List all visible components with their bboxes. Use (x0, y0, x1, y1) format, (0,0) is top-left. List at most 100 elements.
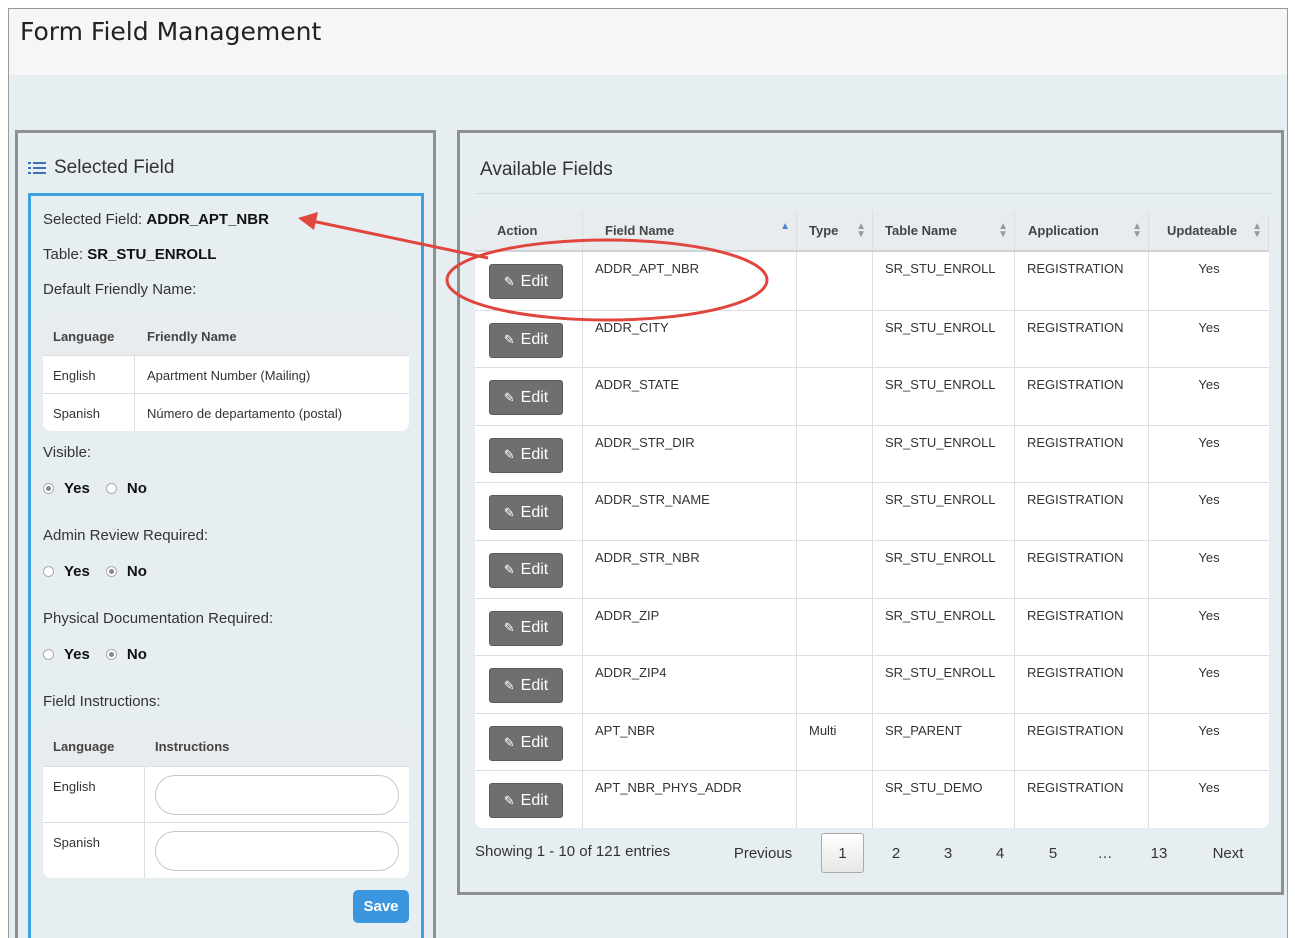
edit-button[interactable]: ✎ Edit (489, 437, 563, 473)
friendly-name-table: Language Friendly Name English Apartment… (43, 317, 409, 431)
application-cell: REGISTRATION (1015, 598, 1149, 656)
type-cell (797, 656, 873, 713)
selected-field-panel: Selected Field Selected Field: ADDR_APT_… (15, 130, 436, 938)
english-instructions-input[interactable] (155, 775, 399, 815)
table-value: SR_STU_ENROLL (87, 246, 217, 263)
updateable-cell: Yes (1198, 665, 1220, 681)
table-row: English Apartment Number (Mailing) (43, 355, 409, 393)
selected-field-box: Selected Field: ADDR_APT_NBR Table: SR_S… (28, 193, 424, 938)
pagination-previous[interactable]: Previous (718, 833, 808, 873)
spanish-instructions-input[interactable] (155, 831, 399, 871)
field-name-cell: APT_NBR_PHYS_ADDR (583, 771, 797, 828)
table-row: Spanish (43, 822, 409, 878)
edit-button[interactable]: ✎ Edit (489, 783, 563, 819)
physical-doc-label: Physical Documentation Required: (43, 610, 274, 627)
edit-button[interactable]: ✎ Edit (489, 264, 563, 299)
type-cell (797, 771, 873, 828)
available-fields-table: Action Field Name ▲ Type ▲ ▼ Table Name ▲ ▼ A… (475, 210, 1269, 828)
updateable-cell: Yes (1198, 261, 1220, 276)
table-header: Action Field Name ▲ Type ▲ ▼ Table Name ▲ ▼ A… (475, 210, 1269, 252)
pagination-page-13[interactable]: 13 (1141, 833, 1177, 873)
edit-button[interactable]: ✎ Edit (489, 495, 563, 531)
save-button[interactable]: Save (353, 890, 409, 923)
pencil-icon: ✎ (503, 447, 515, 463)
table-row: ✎ Edit ADDR_STR_NAME SR_STU_ENROLL REGISTRAT… (475, 482, 1269, 540)
showing-entries: Showing 1 - 10 of 121 entries (475, 843, 671, 860)
edit-button[interactable]: ✎ Edit (489, 610, 563, 646)
pagination-page-5[interactable]: 5 (1035, 833, 1071, 873)
table-row: ✎ Edit ADDR_ZIP SR_STU_ENROLL REGISTRATION Ye… (475, 597, 1269, 656)
available-fields-panel: Available Fields Action Field Name ▲ Type… (457, 130, 1284, 895)
edit-button[interactable]: ✎ Edit (489, 668, 563, 704)
sort-icon: ▲ ▼ (998, 221, 1008, 240)
type-cell (797, 368, 873, 425)
edit-button[interactable]: ✎ Edit (489, 725, 563, 761)
table-name-cell: SR_STU_ENROLL (873, 483, 1015, 540)
table-row: Spanish Número de departamento (postal) (43, 393, 409, 431)
pencil-icon: ✎ (503, 735, 515, 751)
table-name-cell: SR_STU_ENROLL (873, 252, 1015, 310)
table-row: ✎ Edit ADDR_STATE SR_STU_ENROLL REGISTRATION… (475, 367, 1269, 425)
visible-no-radio[interactable] (105, 483, 117, 494)
updateable-cell: Yes (1198, 549, 1220, 565)
updateable-cell: Yes (1198, 722, 1220, 738)
table-name-cell: SR_STU_DEMO (873, 771, 1015, 828)
table-row: English (43, 766, 409, 822)
admin-review-no-radio[interactable] (105, 566, 117, 577)
column-header-application[interactable]: Application ▲ ▼ (1015, 210, 1149, 250)
field-name-cell: ADDR_CITY (583, 310, 797, 368)
column-header-table-name[interactable]: Table Name ▲ ▼ (873, 210, 1015, 250)
edit-button[interactable]: ✎ Edit (489, 552, 563, 588)
physical-doc-radio-group: Yes No (43, 646, 147, 663)
table-header: Language Instructions (43, 726, 409, 766)
selected-field-title: Selected Field (54, 157, 175, 178)
pagination-page-1[interactable]: 1 (821, 833, 864, 873)
table-body: ✎ Edit ADDR_APT_NBR SR_STU_ENROLL REGISTRATI… (475, 252, 1269, 828)
table-row: ✎ Edit APT_NBR Multi SR_PARENT REGISTRATION Ye… (475, 712, 1269, 771)
table-row: ✎ Edit ADDR_ZIP4 SR_STU_ENROLL REGISTRATION Y… (475, 655, 1269, 713)
application-cell: REGISTRATION (1015, 310, 1149, 368)
available-fields-title: Available Fields (480, 159, 613, 180)
table-name-cell: SR_STU_ENROLL (873, 540, 1015, 598)
field-name-cell: ADDR_STR_NAME (583, 483, 797, 540)
application-cell: REGISTRATION (1015, 771, 1149, 828)
pagination-page-4[interactable]: 4 (982, 833, 1018, 873)
pagination-page-2[interactable]: 2 (878, 833, 914, 873)
column-header-updateable[interactable]: Updateable ▲ ▼ (1149, 210, 1269, 250)
instructions-table: Language Instructions English Spanish (43, 726, 409, 878)
field-name-cell: ADDR_ZIP4 (583, 656, 797, 713)
pagination-page-3[interactable]: 3 (930, 833, 966, 873)
field-instructions-label: Field Instructions: (43, 693, 161, 710)
edit-button[interactable]: ✎ Edit (489, 322, 563, 358)
pagination-ellipsis: … (1097, 844, 1113, 862)
physical-doc-no-radio[interactable] (105, 649, 117, 660)
table-name-cell: SR_STU_ENROLL (873, 425, 1015, 483)
updateable-cell: Yes (1198, 377, 1220, 393)
field-name-cell: ADDR_ZIP (583, 598, 797, 656)
field-name-cell: ADDR_STATE (583, 368, 797, 425)
default-friendly-name-label: Default Friendly Name: (43, 281, 197, 298)
sort-asc-icon: ▲ (780, 221, 790, 232)
type-cell (797, 310, 873, 368)
pagination-next[interactable]: Next (1196, 833, 1260, 873)
selected-field-header: Selected Field (28, 157, 174, 179)
edit-button[interactable]: ✎ Edit (489, 380, 563, 416)
visible-yes-radio[interactable] (43, 483, 54, 494)
type-cell (797, 425, 873, 483)
pencil-icon: ✎ (503, 677, 515, 693)
pencil-icon: ✎ (503, 389, 515, 405)
updateable-cell: Yes (1198, 492, 1220, 508)
physical-doc-yes-radio[interactable] (43, 649, 54, 660)
field-name-cell: ADDR_STR_NBR (583, 540, 797, 598)
table-header: Language Friendly Name (43, 317, 409, 355)
divider (475, 193, 1272, 194)
visible-label: Visible: (43, 444, 92, 461)
application-cell: REGISTRATION (1015, 656, 1149, 713)
admin-review-yes-radio[interactable] (43, 566, 54, 577)
column-header-type[interactable]: Type ▲ ▼ (797, 210, 873, 250)
column-header-field-name[interactable]: Field Name ▲ (583, 210, 797, 250)
table-name-cell: SR_STU_ENROLL (873, 656, 1015, 713)
type-cell (797, 598, 873, 656)
type-cell: Multi (797, 713, 873, 771)
type-cell (797, 483, 873, 540)
